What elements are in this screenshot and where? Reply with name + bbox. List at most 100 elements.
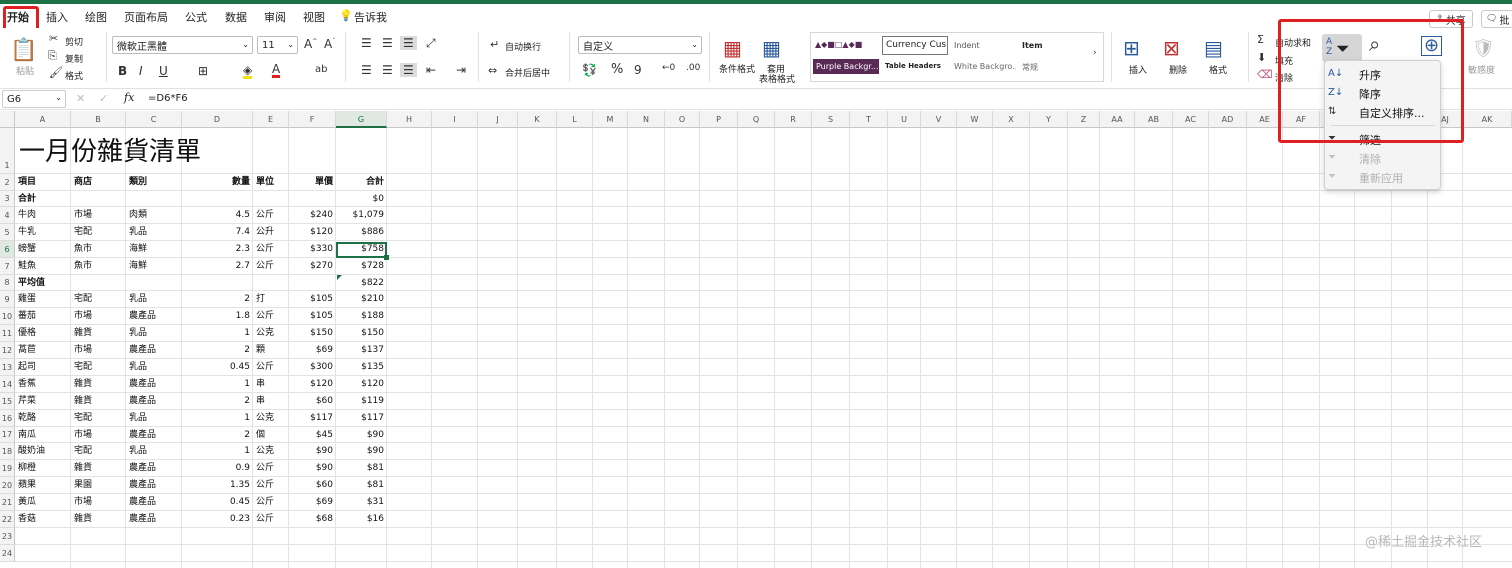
insert-cells-icon[interactable]: ⊞: [1123, 38, 1140, 58]
data-cell[interactable]: 公升: [256, 224, 274, 241]
font-color-icon[interactable]: A: [272, 63, 281, 78]
text-orientation-icon[interactable]: ⤢: [426, 37, 436, 49]
eraser-icon[interactable]: ⌫: [1257, 69, 1273, 80]
column-header[interactable]: G: [336, 111, 387, 128]
row-header[interactable]: 19: [0, 460, 15, 477]
style-cell-item[interactable]: Item: [1022, 41, 1043, 50]
comments-button[interactable]: 🗨 批: [1481, 10, 1512, 28]
data-cell[interactable]: 公斤: [256, 241, 274, 258]
column-header[interactable]: O: [665, 111, 700, 128]
data-cell[interactable]: 2: [182, 291, 250, 308]
data-cell[interactable]: $150: [336, 325, 384, 342]
data-cell[interactable]: 宅配: [74, 224, 92, 241]
menu-item-reapply[interactable]: 重新应用: [1359, 170, 1403, 186]
total-label[interactable]: 合計: [18, 191, 36, 207]
row-header[interactable]: 13: [0, 359, 15, 376]
column-header[interactable]: AK: [1463, 111, 1512, 128]
data-cell[interactable]: 宅配: [74, 410, 92, 427]
data-cell[interactable]: 農產品: [129, 494, 156, 511]
insert-cells-button[interactable]: 插入: [1129, 63, 1147, 76]
scissors-icon[interactable]: ✂: [49, 33, 58, 44]
data-cell[interactable]: 果園: [74, 477, 92, 494]
style-cell-currency[interactable]: Currency Cus...: [882, 36, 948, 55]
row-header[interactable]: 17: [0, 427, 15, 443]
data-cell[interactable]: 螃蟹: [18, 241, 36, 258]
style-cell-indent[interactable]: Indent: [954, 41, 980, 50]
sensitivity-icon[interactable]: 🛡: [1472, 40, 1495, 58]
chevron-right-icon[interactable]: ›: [1093, 49, 1097, 58]
data-cell[interactable]: $81: [336, 477, 384, 494]
align-center-icon[interactable]: ☰: [382, 64, 393, 76]
format-cells-icon[interactable]: ▤: [1204, 38, 1223, 58]
data-cell[interactable]: 乳品: [129, 224, 147, 241]
data-cell[interactable]: 公克: [256, 443, 274, 460]
data-cell[interactable]: 公斤: [256, 460, 274, 477]
increase-indent-icon[interactable]: ⇥: [456, 64, 466, 76]
data-cell[interactable]: 乳品: [129, 359, 147, 376]
header-cell[interactable]: 單位: [256, 174, 274, 191]
data-cell[interactable]: 公斤: [256, 207, 274, 224]
data-cell[interactable]: $210: [336, 291, 384, 308]
column-header[interactable]: AC: [1173, 111, 1209, 128]
data-cell[interactable]: 1: [182, 325, 250, 342]
column-header[interactable]: P: [700, 111, 738, 128]
tab-insert[interactable]: 插入: [46, 9, 68, 25]
data-cell[interactable]: 乳品: [129, 325, 147, 342]
data-cell[interactable]: 市場: [74, 207, 92, 224]
tab-view[interactable]: 视图: [303, 9, 325, 25]
data-cell[interactable]: $1,079: [336, 207, 385, 224]
data-cell[interactable]: 4.5: [182, 207, 250, 224]
data-cell[interactable]: 鮭魚: [18, 258, 36, 275]
data-cell[interactable]: $60: [289, 393, 333, 410]
data-cell[interactable]: 農產品: [129, 460, 156, 477]
wrap-text-icon[interactable]: ↵: [490, 39, 499, 50]
column-header[interactable]: M: [593, 111, 628, 128]
data-cell[interactable]: $105: [289, 308, 333, 325]
align-left-icon[interactable]: ☰: [361, 64, 372, 76]
tab-draw[interactable]: 绘图: [85, 9, 107, 25]
format-cells-button[interactable]: 格式: [1209, 63, 1227, 76]
tell-me-search[interactable]: 告诉我: [354, 9, 387, 25]
formula-input[interactable]: =D6*F6: [148, 93, 188, 104]
total-value[interactable]: $0: [336, 191, 384, 207]
data-cell[interactable]: $117: [289, 410, 333, 427]
row-header[interactable]: 5: [0, 224, 15, 241]
phonetic-icon[interactable]: ab: [315, 65, 327, 75]
row-header[interactable]: 14: [0, 376, 15, 393]
data-cell[interactable]: 公斤: [256, 308, 274, 325]
style-cell-preview-icon[interactable]: ▲◆■□▲◆■: [815, 40, 879, 49]
row-header[interactable]: 11: [0, 325, 15, 342]
data-cell[interactable]: 市場: [74, 308, 92, 325]
merge-center-button[interactable]: 合并后居中: [505, 66, 550, 79]
data-cell[interactable]: 香蕉: [18, 376, 36, 393]
data-cell[interactable]: $300: [289, 359, 333, 376]
data-cell[interactable]: 香菇: [18, 511, 36, 528]
data-cell[interactable]: 農產品: [129, 393, 156, 410]
data-cell[interactable]: 公克: [256, 410, 274, 427]
row-header[interactable]: 18: [0, 443, 15, 460]
average-label[interactable]: 平均值: [18, 275, 45, 291]
cancel-icon[interactable]: ✕: [76, 92, 85, 105]
data-cell[interactable]: 芹菜: [18, 393, 36, 410]
data-cell[interactable]: 雜貨: [74, 460, 92, 477]
data-cell[interactable]: 酸奶油: [18, 443, 45, 460]
style-cell-normal[interactable]: 常规: [1022, 62, 1038, 73]
data-cell[interactable]: 牛乳: [18, 224, 36, 241]
align-right-icon[interactable]: ☰: [400, 63, 417, 77]
data-cell[interactable]: 市場: [74, 494, 92, 511]
column-header[interactable]: H: [387, 111, 432, 128]
italic-button[interactable]: I: [139, 65, 143, 77]
column-header[interactable]: AB: [1135, 111, 1173, 128]
align-middle-icon[interactable]: ☰: [382, 37, 393, 49]
row-header[interactable]: 9: [0, 291, 15, 308]
data-cell[interactable]: 農產品: [129, 511, 156, 528]
decrease-font-icon[interactable]: Aˇ: [324, 38, 335, 50]
row-header[interactable]: 23: [0, 528, 15, 545]
row-header[interactable]: 2: [0, 174, 15, 191]
data-cell[interactable]: 公斤: [256, 359, 274, 376]
data-cell[interactable]: $120: [289, 376, 333, 393]
data-cell[interactable]: 0.9: [182, 460, 250, 477]
data-cell[interactable]: $119: [336, 393, 384, 410]
column-header[interactable]: X: [993, 111, 1030, 128]
name-box[interactable]: G6 ⌄: [2, 90, 66, 108]
